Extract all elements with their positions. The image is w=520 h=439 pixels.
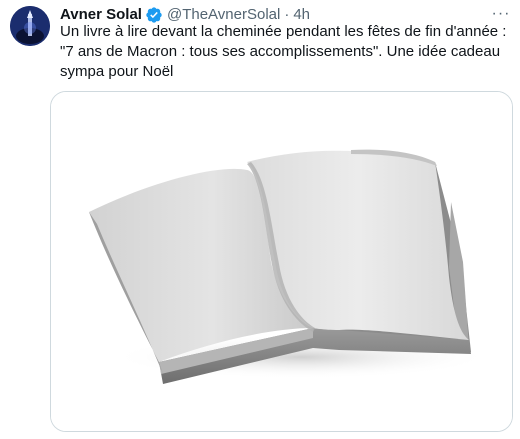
open-book-image xyxy=(51,92,512,431)
tweet-text: Un livre à lire devant la cheminée penda… xyxy=(60,23,507,80)
tweet[interactable]: Avner Solal @TheAvnerSolal · 4h ··· Un l… xyxy=(0,0,520,439)
avatar-image xyxy=(10,6,50,46)
tweet-media[interactable] xyxy=(50,91,513,432)
more-options-icon[interactable]: ··· xyxy=(490,4,512,24)
avatar[interactable] xyxy=(10,6,50,46)
